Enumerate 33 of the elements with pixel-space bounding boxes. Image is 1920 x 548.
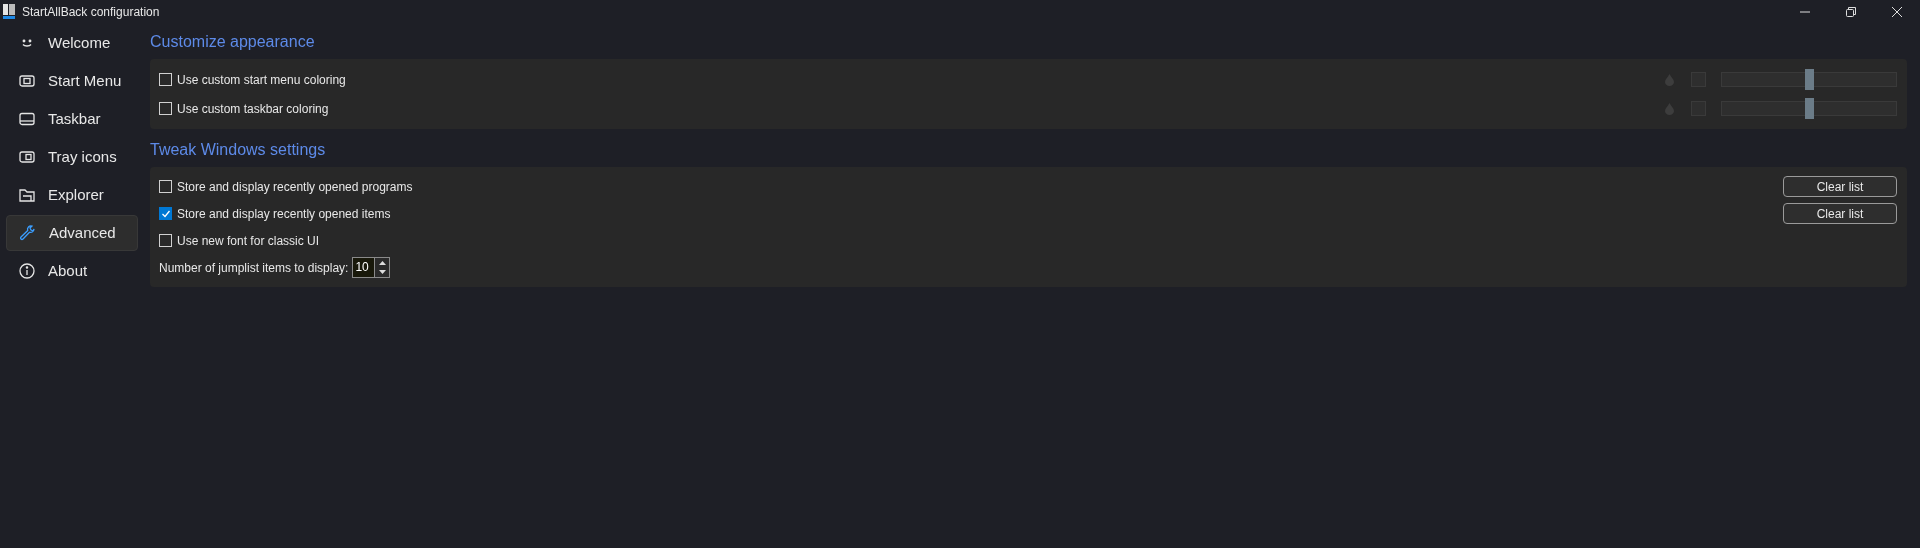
checkbox-label: Store and display recently opened items xyxy=(177,205,391,223)
section-heading: Tweak Windows settings xyxy=(150,140,327,160)
sidebar-item[interactable]: Welcome xyxy=(6,25,138,61)
app-icon xyxy=(3,4,16,20)
folder-icon xyxy=(18,186,36,204)
sidebar-item[interactable]: Start Menu xyxy=(6,63,138,99)
sidebar-item[interactable]: About xyxy=(6,253,138,289)
close-icon xyxy=(1892,7,1902,17)
tray-icon xyxy=(18,148,36,166)
checkbox-label: Use custom taskbar coloring xyxy=(177,100,329,118)
slider-track[interactable] xyxy=(1721,72,1897,87)
clear-list-button[interactable]: Clear list xyxy=(1783,176,1897,197)
slider-thumb[interactable] xyxy=(1805,98,1814,119)
wrench-icon xyxy=(19,224,37,242)
spinner-label: Number of jumplist items to display: xyxy=(159,259,349,277)
checkbox-label: Use custom start menu coloring xyxy=(177,71,346,89)
sidebar-item[interactable]: Advanced xyxy=(6,215,138,251)
clear-list-button[interactable]: Clear list xyxy=(1783,203,1897,224)
slider-track[interactable] xyxy=(1721,101,1897,116)
sidebar-item[interactable]: Tray icons xyxy=(6,139,138,175)
taskbar-icon xyxy=(18,110,36,128)
sidebar-item[interactable]: Explorer xyxy=(6,177,138,213)
slider-thumb[interactable] xyxy=(1805,69,1814,90)
section-heading: Customize appearance xyxy=(150,32,316,52)
info-icon xyxy=(18,262,36,280)
sidebar-item[interactable]: Taskbar xyxy=(6,101,138,137)
checkbox[interactable] xyxy=(159,207,172,220)
window-title: StartAllBack configuration xyxy=(22,4,160,21)
checkbox-label: Use new font for classic UI xyxy=(177,232,320,250)
window-grid-icon xyxy=(18,72,36,90)
restore-icon xyxy=(1846,7,1856,17)
checkbox-label: Store and display recently opened programs xyxy=(177,178,413,196)
number-field[interactable]: 10 xyxy=(353,258,376,277)
